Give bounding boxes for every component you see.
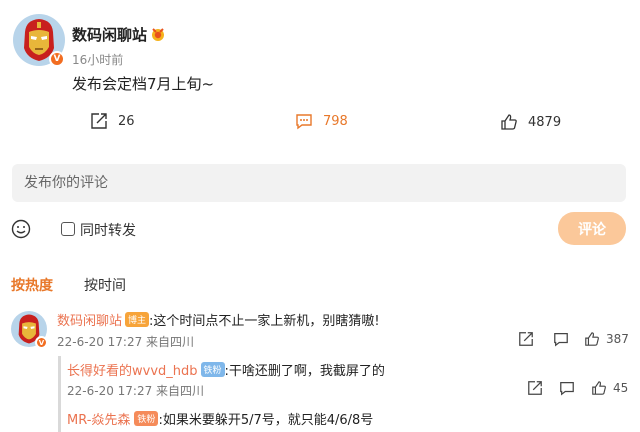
like-button[interactable]: 4879 <box>500 113 561 131</box>
iron-fan-badge: 铁粉 <box>200 362 225 377</box>
comment-avatar[interactable]: V <box>11 311 48 349</box>
reply-author[interactable]: 长得好看的wvvd_hdb <box>67 364 198 379</box>
comment-meta: 22-6-20 17:27 来自四川 <box>57 335 195 349</box>
submit-comment-button[interactable]: 评论 <box>558 212 626 245</box>
thumbs-up-icon <box>585 332 599 346</box>
emoji-icon[interactable] <box>11 219 31 243</box>
reply-like-button[interactable]: 45 <box>591 380 628 396</box>
comment-input[interactable] <box>12 164 626 202</box>
comment-button[interactable]: 798 <box>295 112 348 130</box>
sort-by-hot-tab[interactable]: 按热度 <box>11 275 53 295</box>
reply-thread-bar <box>58 356 61 432</box>
medal-icon <box>150 26 166 46</box>
comment-icon <box>296 114 312 130</box>
blogger-badge: 博主 <box>125 312 150 327</box>
reply-forward-icon[interactable] <box>527 380 543 400</box>
comment-forward-icon[interactable] <box>518 331 534 351</box>
verified-badge-icon: V <box>49 51 65 67</box>
reply-like-count: 45 <box>613 381 629 395</box>
forward-button[interactable]: 26 <box>90 112 135 130</box>
reply-reply-icon[interactable] <box>559 380 575 400</box>
thumbs-up-icon <box>501 114 517 130</box>
comment-author[interactable]: 数码闲聊站 <box>57 314 122 329</box>
forward-label[interactable]: 同时转发 <box>80 220 136 240</box>
reply-line: 长得好看的wvvd_hdb 铁粉:干啥还删了啊，我截屏了的 <box>67 360 385 379</box>
reply-author[interactable]: MR-焱先森 <box>67 413 130 428</box>
comment-reply-icon[interactable] <box>553 331 569 351</box>
thumbs-up-icon <box>592 381 606 395</box>
reply-text: :干啥还删了啊，我截屏了的 <box>224 364 385 379</box>
verified-badge-icon: V <box>35 336 48 349</box>
forward-icon <box>91 113 107 129</box>
post-author-name[interactable]: 数码闲聊站 <box>72 24 147 45</box>
comment-count: 798 <box>323 113 348 129</box>
forward-checkbox[interactable] <box>61 222 75 236</box>
author-avatar[interactable]: V <box>13 14 65 67</box>
comment-line: 数码闲聊站 博主:这个时间点不止一家上新机，别瞎猜嗷! <box>57 310 380 329</box>
sort-by-time-tab[interactable]: 按时间 <box>84 275 126 295</box>
like-count: 4879 <box>528 114 562 130</box>
reply-line: MR-焱先森 铁粉:如果米要躲开5/7号，就只能4/6/8号 <box>67 409 373 428</box>
iron-fan-badge: 铁粉 <box>134 411 159 426</box>
reply-text: :如果米要躲开5/7号，就只能4/6/8号 <box>158 413 374 428</box>
post-time[interactable]: 16小时前 <box>72 51 123 68</box>
post-text: 发布会定档7月上旬~ <box>72 75 215 93</box>
forward-count: 26 <box>118 113 135 129</box>
comment-text: :这个时间点不止一家上新机，别瞎猜嗷! <box>149 314 380 329</box>
reply-meta: 22-6-20 17:27 来自四川 <box>67 384 205 398</box>
comment-like-button[interactable]: 387 <box>584 331 629 347</box>
comment-like-count: 387 <box>606 332 629 346</box>
